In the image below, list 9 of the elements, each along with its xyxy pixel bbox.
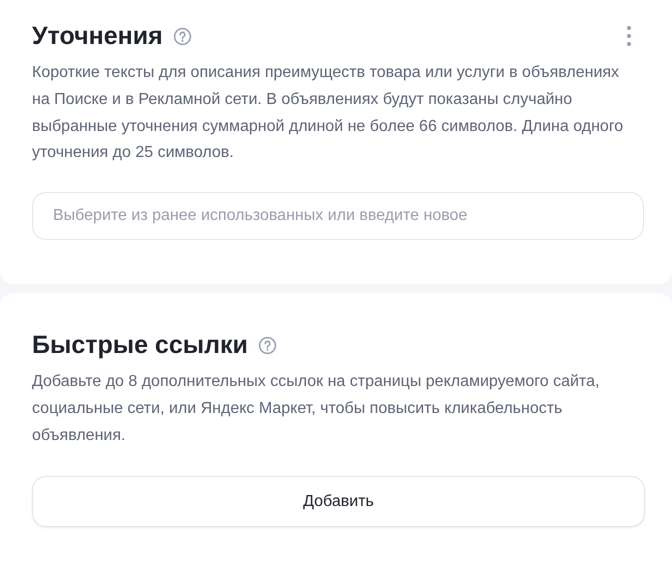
section-title: Быстрые ссылки [32,330,248,360]
help-icon[interactable] [258,336,277,354]
add-button[interactable]: Добавить [32,476,645,528]
section-description: Добавьте до 8 дополнительных ссылок на страницы рекламируемого сайта, социальные сети, или Яндекс Маркет, чтобы повысить кликабельность объявления. [32,372,600,446]
section-description: Короткие тексты для описания преимуществ товара или услуги в объявлениях на Поиске и в Рекламной сети. В объявлениях будут показаны случайно выбранные уточнения суммарной длиной не более 66 символов. Длина одного уточнения до 25 символов. [32,63,624,164]
help-icon[interactable] [172,26,192,46]
section-title: Уточнения [32,22,163,50]
input-field[interactable]: Выберите из ранее использованных или введите новое [32,192,644,240]
more-menu-icon[interactable] [626,25,632,47]
